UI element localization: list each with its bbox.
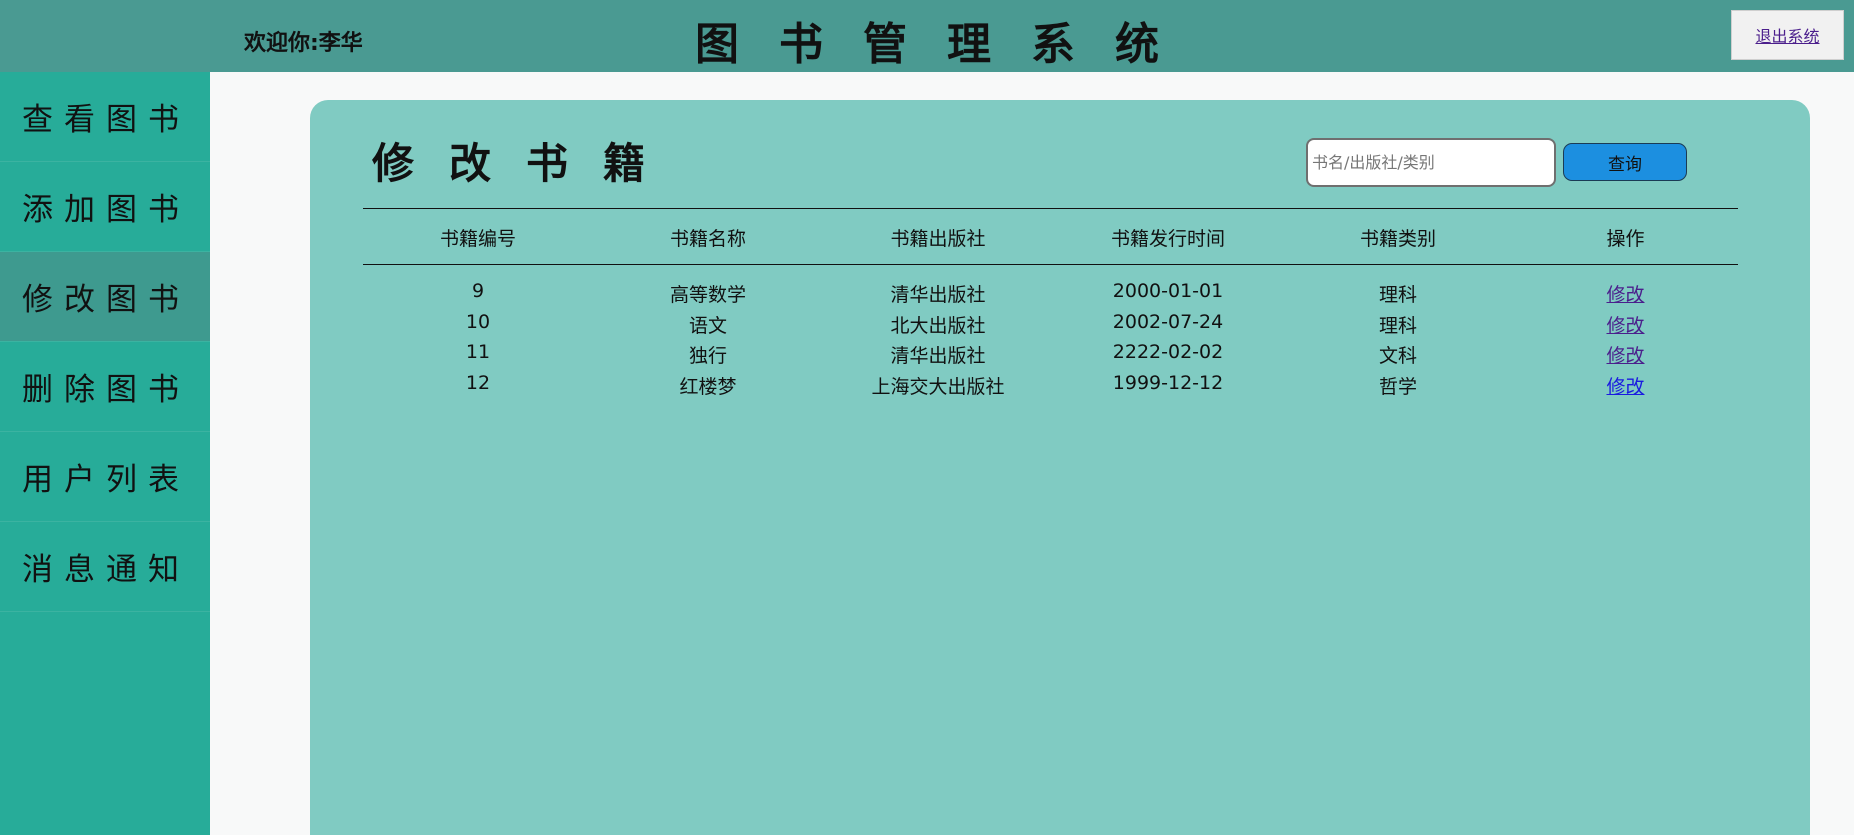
top-bar: 欢迎你:李华 图书管理系统 退出系统: [0, 0, 1854, 72]
edit-link[interactable]: 修改: [1606, 345, 1644, 367]
table-row: 11 独行 清华出版社 2222-02-02 文科 修改: [363, 341, 1738, 368]
edit-link[interactable]: 修改: [1606, 315, 1644, 337]
column-header-action: 操作: [1606, 228, 1645, 250]
logout-link[interactable]: 退出系统: [1755, 23, 1819, 47]
page-title: 修改书籍: [372, 139, 681, 188]
sidebar-item-label: 修改图书: [22, 282, 190, 318]
sidebar-item-delete-book[interactable]: 删除图书: [0, 342, 210, 432]
sidebar-item-view-books[interactable]: 查看图书: [0, 72, 210, 162]
sidebar-item-label: 添加图书: [22, 192, 190, 228]
cell-action: 修改: [1513, 311, 1738, 338]
column-header-name: 书籍名称: [669, 228, 746, 250]
cell-date: 2000-01-01: [1112, 280, 1224, 302]
cell-id: 10: [465, 311, 491, 333]
cell-category: 哲学: [1378, 376, 1417, 398]
column-header-publisher: 书籍出版社: [890, 228, 986, 250]
cell-id: 11: [465, 341, 491, 363]
sidebar-item-add-book[interactable]: 添加图书: [0, 162, 210, 252]
cell-action: 修改: [1513, 341, 1738, 368]
cell-publisher: 北大出版社: [890, 315, 986, 337]
edit-link[interactable]: 修改: [1606, 376, 1644, 398]
cell-name: 高等数学: [669, 284, 746, 306]
table-row: 10 语文 北大出版社 2002-07-24 理科 修改: [363, 311, 1738, 338]
column-header-date: 书籍发行时间: [1110, 228, 1225, 250]
cell-id: 9: [471, 280, 485, 302]
cell-category: 文科: [1378, 345, 1417, 367]
edit-link[interactable]: 修改: [1606, 284, 1644, 306]
sidebar-item-user-list[interactable]: 用户列表: [0, 432, 210, 522]
cell-name: 红楼梦: [679, 376, 737, 398]
cell-publisher: 上海交大出版社: [871, 376, 1005, 398]
sidebar: 查看图书 添加图书 修改图书 删除图书 用户列表 消息通知: [0, 72, 210, 835]
cell-category: 理科: [1378, 315, 1417, 337]
table-top-divider: [363, 208, 1738, 209]
table-row: 9 高等数学 清华出版社 2000-01-01 理科 修改: [363, 280, 1738, 307]
column-header-category: 书籍类别: [1359, 228, 1436, 250]
search-input[interactable]: [1306, 138, 1556, 187]
table-row: 12 红楼梦 上海交大出版社 1999-12-12 哲学 修改: [363, 372, 1738, 399]
cell-id: 12: [465, 372, 491, 394]
cell-date: 1999-12-12: [1112, 372, 1224, 394]
sidebar-item-label: 删除图书: [22, 372, 190, 408]
table-header-divider: [363, 264, 1738, 265]
sidebar-item-label: 查看图书: [22, 102, 190, 138]
table-header-row: 书籍编号 书籍名称 书籍出版社 书籍发行时间 书籍类别 操作: [363, 224, 1738, 251]
cell-action: 修改: [1513, 280, 1738, 307]
search-button[interactable]: 查询: [1563, 143, 1687, 181]
cell-date: 2222-02-02: [1112, 341, 1224, 363]
cell-publisher: 清华出版社: [890, 345, 986, 367]
cell-action: 修改: [1513, 372, 1738, 399]
cell-name: 语文: [688, 315, 727, 337]
cell-category: 理科: [1378, 284, 1417, 306]
cell-name: 独行: [688, 345, 727, 367]
cell-date: 2002-07-24: [1112, 311, 1224, 333]
column-header-id: 书籍编号: [439, 228, 516, 250]
logout-button[interactable]: 退出系统: [1731, 10, 1844, 60]
app-title: 图书管理系统: [695, 19, 1199, 70]
sidebar-item-edit-book[interactable]: 修改图书: [0, 252, 210, 342]
sidebar-item-label: 消息通知: [22, 552, 190, 588]
cell-publisher: 清华出版社: [890, 284, 986, 306]
sidebar-item-notifications[interactable]: 消息通知: [0, 522, 210, 612]
main-panel: 修改书籍 查询 书籍编号 书籍名称 书籍出版社 书籍发行时间 书籍类别 操作 9…: [310, 100, 1810, 835]
sidebar-item-label: 用户列表: [22, 462, 190, 498]
